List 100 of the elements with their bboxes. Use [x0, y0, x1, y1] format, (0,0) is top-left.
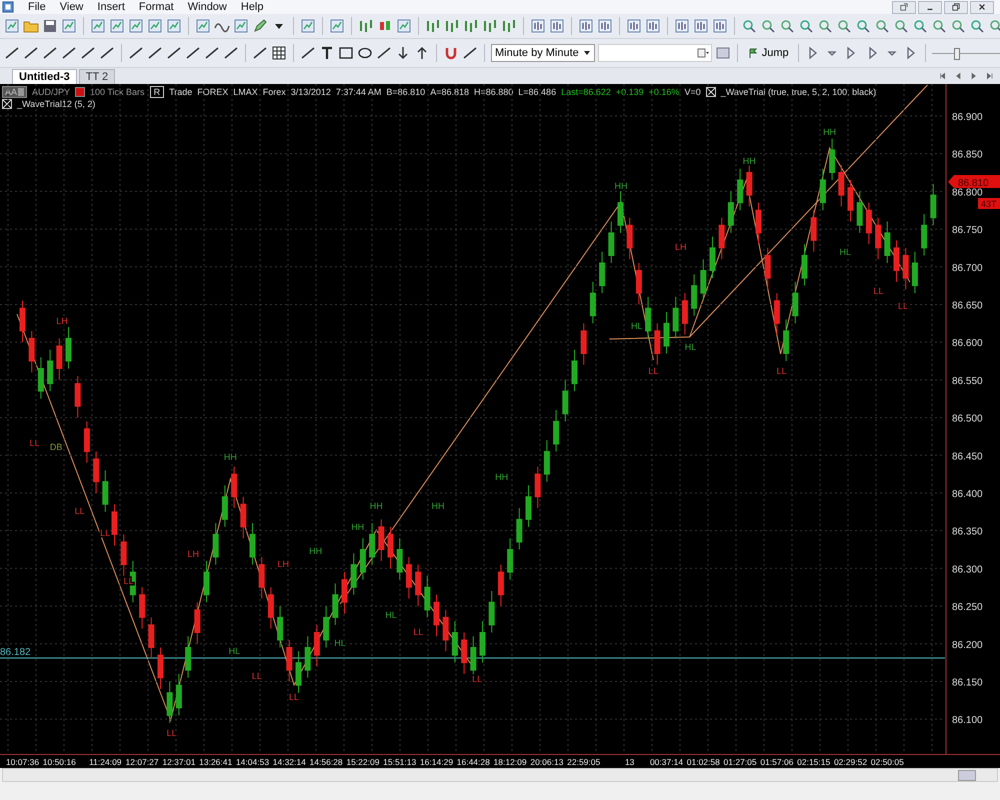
candlestick [258, 556, 265, 600]
scroll-icon[interactable] [986, 72, 994, 80]
candlestick [498, 564, 504, 607]
symbol-color-icon[interactable] [75, 87, 86, 97]
app-icon[interactable] [2, 1, 14, 13]
jump-button[interactable]: Jump [744, 47, 792, 59]
quote-field: FOREX [197, 87, 228, 97]
menu-item[interactable]: Window [188, 1, 227, 13]
study-checkbox[interactable] [2, 99, 12, 109]
chart-tab[interactable]: Untitled-3 [12, 69, 77, 84]
wave-label: LL [100, 528, 110, 538]
time-axis-label: 10:07:36 [6, 757, 40, 767]
chart-tab[interactable]: TT 2 [78, 69, 116, 84]
candlestick [710, 236, 716, 279]
candlestick [553, 410, 560, 452]
candlestick [664, 312, 670, 354]
bar-type-dropdown[interactable]: R [150, 86, 164, 98]
menu-item[interactable]: Insert [97, 1, 125, 13]
price-axis-label: 86.250 [952, 602, 983, 614]
save-icon[interactable] [42, 18, 58, 34]
zoom-icon[interactable] [779, 18, 795, 34]
line-icon[interactable] [4, 45, 20, 61]
candlestick [388, 526, 394, 569]
last-price-field: +0.16% [648, 87, 680, 97]
candlestick [148, 616, 154, 660]
wave-label: HH [742, 156, 756, 166]
dropdown-icon[interactable] [696, 47, 709, 59]
price-line-label: 86.182 [0, 647, 31, 658]
candlestick [56, 338, 62, 380]
candlestick [580, 322, 587, 366]
circle-icon[interactable] [357, 45, 373, 61]
candlestick [231, 466, 238, 509]
zoom-icon[interactable] [855, 18, 871, 34]
zoom-icon[interactable] [969, 18, 985, 34]
candlestick [756, 202, 762, 245]
candlestick [774, 292, 780, 336]
zoom-icon[interactable] [912, 18, 928, 34]
candlestick [350, 552, 357, 596]
candlestick [74, 376, 81, 418]
price-axis-label: 86.600 [952, 338, 983, 350]
zoom-icon[interactable] [798, 18, 814, 34]
magnet-icon[interactable] [443, 45, 459, 61]
bars-icon[interactable] [482, 18, 498, 34]
menu-item[interactable]: Help [240, 1, 264, 13]
candlestick [176, 673, 182, 716]
candlestick [764, 247, 771, 290]
bars-icon[interactable] [501, 18, 517, 34]
bars-icon[interactable] [444, 18, 460, 34]
zoom-icon[interactable] [950, 18, 966, 34]
volume-field: V=0 [684, 87, 701, 97]
wave-label: HH [614, 181, 628, 191]
rect-icon[interactable] [338, 45, 354, 61]
price-axis-label: 86.900 [952, 112, 983, 123]
candlestick [488, 590, 495, 633]
candlestick [222, 484, 228, 528]
zoom-icon[interactable] [931, 18, 947, 34]
zoom-icon[interactable] [893, 18, 909, 34]
price-axis-label: 86.100 [952, 715, 983, 726]
bars-icon[interactable] [358, 18, 374, 34]
symbol-field[interactable] [598, 44, 712, 62]
close-button[interactable] [970, 0, 994, 14]
candlestick [544, 440, 550, 482]
wave-label: LL [289, 692, 300, 702]
zoom-icon[interactable] [836, 18, 852, 34]
zoom-icon[interactable] [741, 18, 757, 34]
zoom-icon[interactable] [874, 18, 890, 34]
scroll-icon[interactable] [938, 72, 946, 80]
candlestick [618, 190, 624, 234]
interval-dropdown[interactable]: Minute by Minute [491, 44, 595, 62]
candlestick [838, 164, 844, 207]
line-icon[interactable] [42, 45, 58, 61]
candlestick [912, 251, 918, 294]
candlestick [700, 258, 706, 302]
detach-button[interactable] [892, 0, 916, 14]
menu-item[interactable]: File [28, 1, 46, 13]
candlestick [194, 602, 200, 644]
time-axis-label: 01:57:06 [760, 757, 794, 767]
workspace-dropdown[interactable]: AA [2, 86, 28, 98]
restore-button[interactable] [944, 0, 968, 14]
zoom-icon[interactable] [817, 18, 833, 34]
bars-icon[interactable] [425, 18, 441, 34]
price-axis-label: 86.800 [952, 187, 983, 198]
time-axis-label: 16:14:29 [420, 757, 454, 767]
time-axis-label: 22:59:05 [567, 757, 600, 767]
price-axis-label: 86.450 [952, 451, 983, 462]
candlestick [112, 504, 118, 546]
chart-icon[interactable] [714, 45, 731, 61]
time-axis-label: 14:32:14 [272, 757, 306, 767]
line-icon[interactable] [23, 45, 39, 61]
menu-item[interactable]: Format [138, 1, 174, 13]
zoom-icon[interactable] [760, 18, 776, 34]
candlestick [204, 560, 210, 603]
time-axis-label: 18:12:09 [494, 757, 527, 767]
study-checkbox[interactable] [706, 87, 716, 97]
candlestick [590, 281, 596, 324]
grid-icon[interactable] [271, 45, 287, 61]
bars-icon[interactable] [463, 18, 479, 34]
horizontal-scrollbar[interactable] [2, 768, 998, 782]
wave-label: HL [385, 610, 397, 620]
menu-item[interactable]: View [60, 1, 84, 13]
